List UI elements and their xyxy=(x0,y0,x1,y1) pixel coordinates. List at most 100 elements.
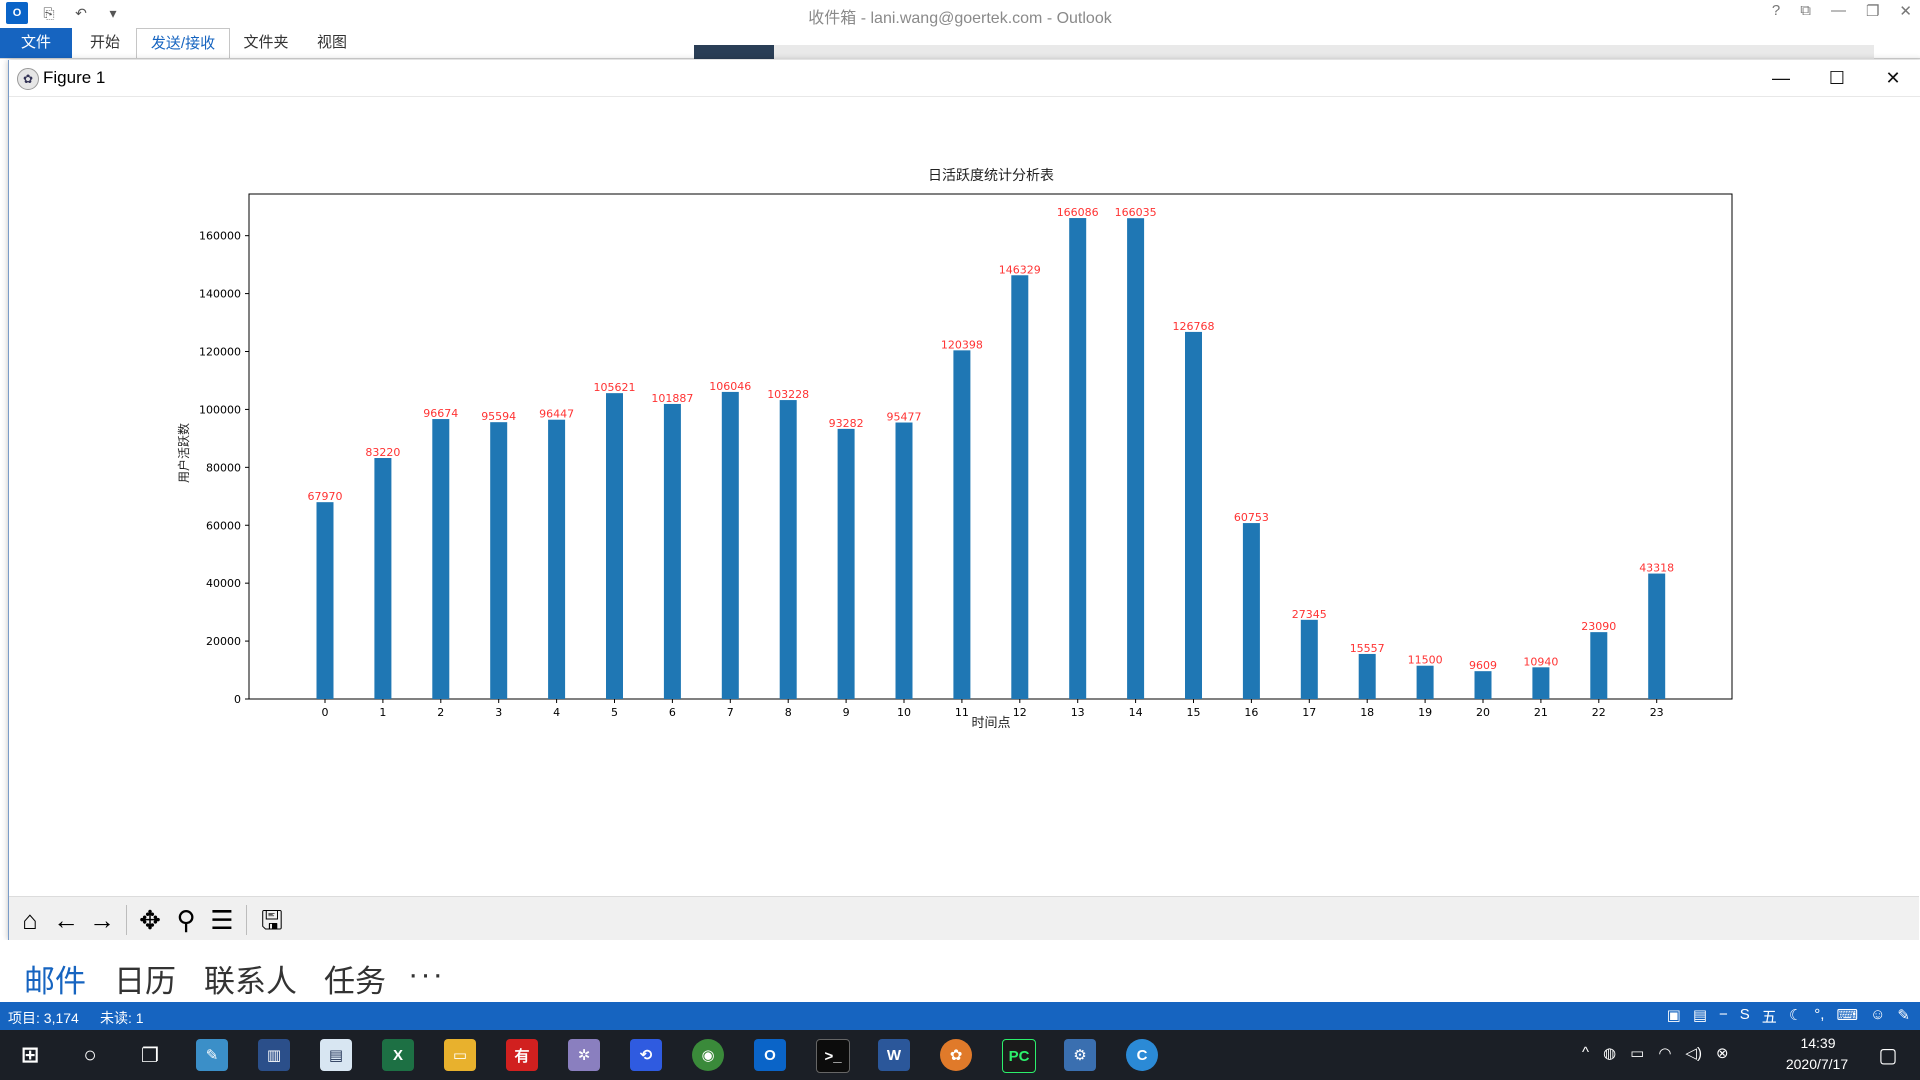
tab-send-receive[interactable]: 发送/接收 xyxy=(136,28,230,58)
reading-view-icon[interactable]: ▤ xyxy=(1693,1006,1707,1027)
notification-icon[interactable]: ▢ xyxy=(1872,1039,1904,1071)
bar-value-label: 120398 xyxy=(941,338,983,351)
axes-frame xyxy=(248,193,1733,700)
battery-icon[interactable]: ▭ xyxy=(1630,1044,1644,1062)
bar-value-label: 43318 xyxy=(1639,562,1674,575)
word-icon[interactable]: W xyxy=(878,1039,910,1071)
help-icon[interactable]: ? xyxy=(1772,2,1780,20)
bar xyxy=(1416,665,1434,699)
youdao-icon[interactable]: 有 xyxy=(506,1039,538,1071)
python-icon[interactable]: ⚙ xyxy=(1064,1039,1096,1071)
bar-value-label: 27345 xyxy=(1292,608,1327,621)
save-icon[interactable]: 🖫 xyxy=(255,903,289,937)
x-tick-label: 7 xyxy=(727,706,734,719)
minimize-icon[interactable]: — xyxy=(1831,2,1846,20)
restore-icon[interactable]: ❐ xyxy=(1866,2,1879,20)
pycharm-icon[interactable]: PC xyxy=(1002,1039,1036,1073)
tray-chevron-icon[interactable]: ^ xyxy=(1582,1044,1589,1062)
tray-app-icon[interactable]: ◍ xyxy=(1603,1044,1616,1062)
clock-time[interactable]: 14:39 xyxy=(1788,1035,1848,1051)
bar-value-label: 126768 xyxy=(1173,320,1215,333)
terminal-icon[interactable]: >_ xyxy=(816,1039,850,1073)
ime-moon-icon[interactable]: ☾ xyxy=(1789,1006,1802,1027)
paint-icon[interactable]: ✲ xyxy=(568,1039,600,1071)
volume-icon[interactable]: ◁) xyxy=(1685,1044,1702,1062)
x-tick-label: 0 xyxy=(322,706,329,719)
nav-mail[interactable]: 邮件 xyxy=(24,956,86,1001)
forward-arrow-icon[interactable]: → xyxy=(85,903,119,937)
nav-tasks[interactable]: 任务 xyxy=(324,956,386,1001)
figure-maximize-icon[interactable]: ☐ xyxy=(1809,60,1865,96)
pan-icon[interactable]: ✥ xyxy=(133,903,167,937)
x-tick-label: 14 xyxy=(1129,706,1143,719)
windows-start-icon[interactable]: ⊞ xyxy=(14,1039,46,1071)
bar xyxy=(374,458,392,699)
configure-subplots-icon[interactable]: ☰ xyxy=(205,903,239,937)
bar-value-label: 106046 xyxy=(709,380,751,393)
file-explorer-icon[interactable]: ▭ xyxy=(444,1039,476,1071)
ime-s-icon[interactable]: S xyxy=(1740,1006,1750,1027)
x-tick-label: 16 xyxy=(1244,706,1258,719)
app-sync-icon[interactable]: ⟲ xyxy=(630,1039,662,1071)
clock-date[interactable]: 2020/7/17 xyxy=(1762,1056,1872,1072)
ime-punct-icon[interactable]: °, xyxy=(1814,1006,1824,1027)
ime-wubi-icon[interactable]: 五 xyxy=(1762,1006,1777,1027)
app-chat-icon[interactable]: C xyxy=(1126,1039,1158,1071)
nav-more[interactable]: ··· xyxy=(408,956,445,992)
figure-titlebar: ✿ Figure 1 — ☐ ✕ xyxy=(9,60,1920,97)
app-flower-icon[interactable]: ✿ xyxy=(940,1039,972,1071)
bar xyxy=(895,422,913,699)
y-tick-label: 40000 xyxy=(206,577,241,590)
back-arrow-icon[interactable]: ← xyxy=(49,903,83,937)
x-tick-label: 22 xyxy=(1592,706,1606,719)
ime-user-icon[interactable]: ☺ xyxy=(1870,1006,1885,1027)
y-tick-label: 20000 xyxy=(206,635,241,648)
bar xyxy=(1011,275,1029,699)
home-icon[interactable]: ⌂ xyxy=(13,903,47,937)
bar-value-label: 93282 xyxy=(829,417,864,430)
bar xyxy=(953,350,971,699)
chart-canvas: 日活跃度统计分析表 时间点 用户活跃数 0 1 2 3 4 5 6 7 8 9 10 11 12 13 14… xyxy=(176,168,1733,731)
nav-contacts[interactable]: 联系人 xyxy=(204,956,297,1001)
bar-value-label: 60753 xyxy=(1234,511,1269,524)
x-tick-label: 19 xyxy=(1418,706,1432,719)
tab-file[interactable]: 文件 xyxy=(0,28,72,58)
close-icon[interactable]: ✕ xyxy=(1899,2,1912,20)
normal-view-icon[interactable]: ▣ xyxy=(1667,1006,1681,1027)
chrome-icon[interactable]: ◉ xyxy=(692,1039,724,1071)
excel-icon[interactable]: X xyxy=(382,1039,414,1071)
figure-minimize-icon[interactable]: — xyxy=(1753,60,1809,96)
tray-close-icon[interactable]: ⊗ xyxy=(1716,1044,1729,1062)
ribbon-display-icon[interactable]: ⧉ xyxy=(1800,2,1811,20)
cortana-search-icon[interactable]: ○ xyxy=(74,1039,106,1071)
app-document-icon[interactable]: ▤ xyxy=(320,1039,352,1071)
app-building-icon[interactable]: ▥ xyxy=(258,1039,290,1071)
bar xyxy=(316,502,334,699)
app-pen-icon[interactable]: ✎ xyxy=(196,1039,228,1071)
y-tick-label: 140000 xyxy=(199,288,241,301)
x-tick-label: 4 xyxy=(553,706,560,719)
tab-folder[interactable]: 文件夹 xyxy=(236,28,296,58)
outlook-taskbar-icon[interactable]: O xyxy=(754,1039,786,1071)
x-tick-label: 12 xyxy=(1013,706,1027,719)
bar-value-label: 95594 xyxy=(481,410,516,423)
y-tick-label: 100000 xyxy=(199,403,241,416)
bar xyxy=(1474,671,1492,699)
figure-close-icon[interactable]: ✕ xyxy=(1865,60,1920,96)
task-view-icon[interactable]: ❐ xyxy=(134,1039,166,1071)
zoom-icon[interactable]: ⚲ xyxy=(169,903,203,937)
ime-tools-icon[interactable]: ✎ xyxy=(1897,1006,1910,1027)
x-tick-label: 1 xyxy=(379,706,386,719)
x-tick-label: 21 xyxy=(1534,706,1548,719)
nav-calendar[interactable]: 日历 xyxy=(114,956,176,1001)
ribbon-progress-indicator xyxy=(694,45,774,59)
tab-view[interactable]: 视图 xyxy=(304,28,360,58)
wifi-icon[interactable]: ◠ xyxy=(1658,1044,1671,1062)
figure-title: Figure 1 xyxy=(43,68,106,87)
x-tick-label: 10 xyxy=(897,706,911,719)
tab-home[interactable]: 开始 xyxy=(78,28,132,58)
ime-keyboard-icon[interactable]: ⌨ xyxy=(1836,1006,1858,1027)
zoom-out-icon[interactable]: − xyxy=(1719,1006,1728,1027)
bar-value-label: 96447 xyxy=(539,408,574,421)
bar xyxy=(1185,331,1202,699)
